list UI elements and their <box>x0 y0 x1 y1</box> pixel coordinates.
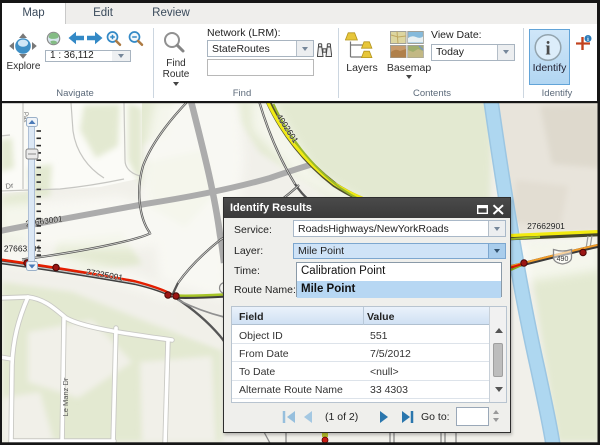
svg-text:27663101: 27663101 <box>4 244 42 254</box>
svg-text:490: 490 <box>557 256 569 263</box>
svg-text:Le Manz Dr: Le Manz Dr <box>61 377 70 416</box>
svg-text:i: i <box>545 39 550 60</box>
svg-text:27662901: 27662901 <box>527 221 565 231</box>
